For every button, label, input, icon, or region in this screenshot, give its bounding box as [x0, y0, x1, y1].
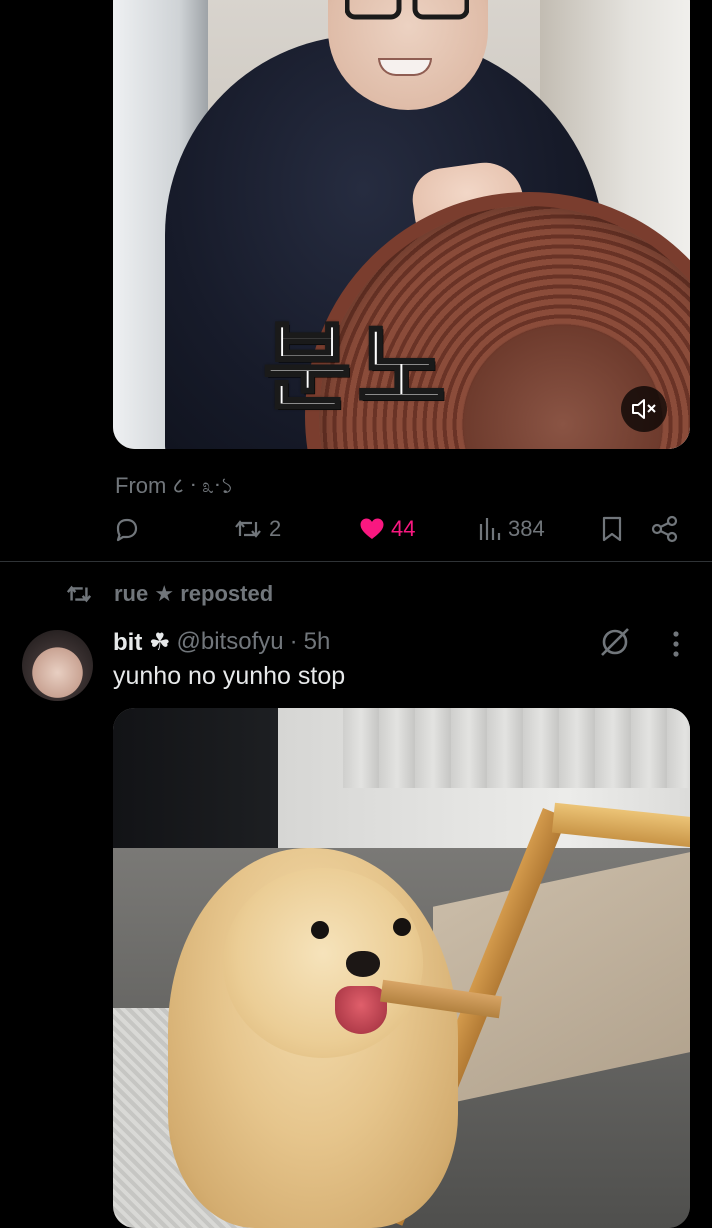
reply-button[interactable]	[113, 509, 147, 549]
repost-banner[interactable]: rue ★ reposted	[64, 578, 273, 610]
media-caption: 분노	[262, 311, 452, 426]
mute-button[interactable]	[621, 386, 667, 432]
reposter-star: ★	[154, 581, 175, 606]
repost-action: reposted	[180, 581, 274, 606]
bookmark-icon	[602, 516, 622, 542]
share-button[interactable]	[651, 509, 679, 549]
display-name[interactable]: bit ☘	[113, 628, 171, 657]
from-name: ८ ᐧ ೩ᐧ১	[172, 473, 234, 498]
like-button[interactable]: 44	[359, 509, 415, 549]
views-count: 384	[508, 516, 545, 541]
bottom-post-media[interactable]	[113, 708, 690, 1228]
media-source[interactable]: From ८ ᐧ ೩ᐧ১	[115, 469, 234, 506]
puppy-eye-left	[311, 921, 329, 939]
puppy-eye-right	[393, 918, 411, 936]
more-vertical-icon[interactable]	[662, 628, 690, 660]
like-count: 44	[391, 516, 416, 541]
puppy-mouth	[335, 986, 387, 1034]
speaker-muted-icon	[632, 399, 656, 419]
avatar[interactable]	[22, 630, 93, 701]
repost-count: 2	[269, 516, 282, 541]
repost-icon	[235, 520, 261, 538]
views-button[interactable]: 384	[478, 509, 545, 549]
post-header: bit ☘ @bitsofyu · 5h	[113, 626, 330, 658]
name-emoji: ☘	[149, 628, 171, 656]
action-bar: 2 44 384	[113, 509, 690, 549]
post-divider	[0, 561, 712, 562]
repost-icon	[66, 585, 92, 603]
separator-dot: ·	[289, 628, 298, 655]
top-post-media[interactable]: 분노	[113, 0, 690, 449]
user-handle[interactable]: @bitsofyu	[177, 628, 284, 656]
reposter-name: rue	[114, 581, 149, 606]
repost-button[interactable]: 2	[233, 509, 281, 549]
grok-icon[interactable]	[597, 624, 633, 660]
from-prefix: From	[115, 473, 167, 498]
reply-icon	[116, 518, 138, 542]
heart-icon	[360, 518, 384, 539]
post-time[interactable]: 5h	[304, 628, 331, 656]
views-chart-icon	[479, 518, 501, 540]
media-curtain	[343, 708, 690, 788]
share-icon	[651, 515, 678, 543]
puppy-nose	[346, 951, 380, 977]
bookmark-button[interactable]	[601, 509, 623, 549]
tweet-text: yunho no yunho stop	[113, 662, 346, 690]
puppy-head	[223, 868, 423, 1058]
person-glasses	[345, 0, 469, 20]
